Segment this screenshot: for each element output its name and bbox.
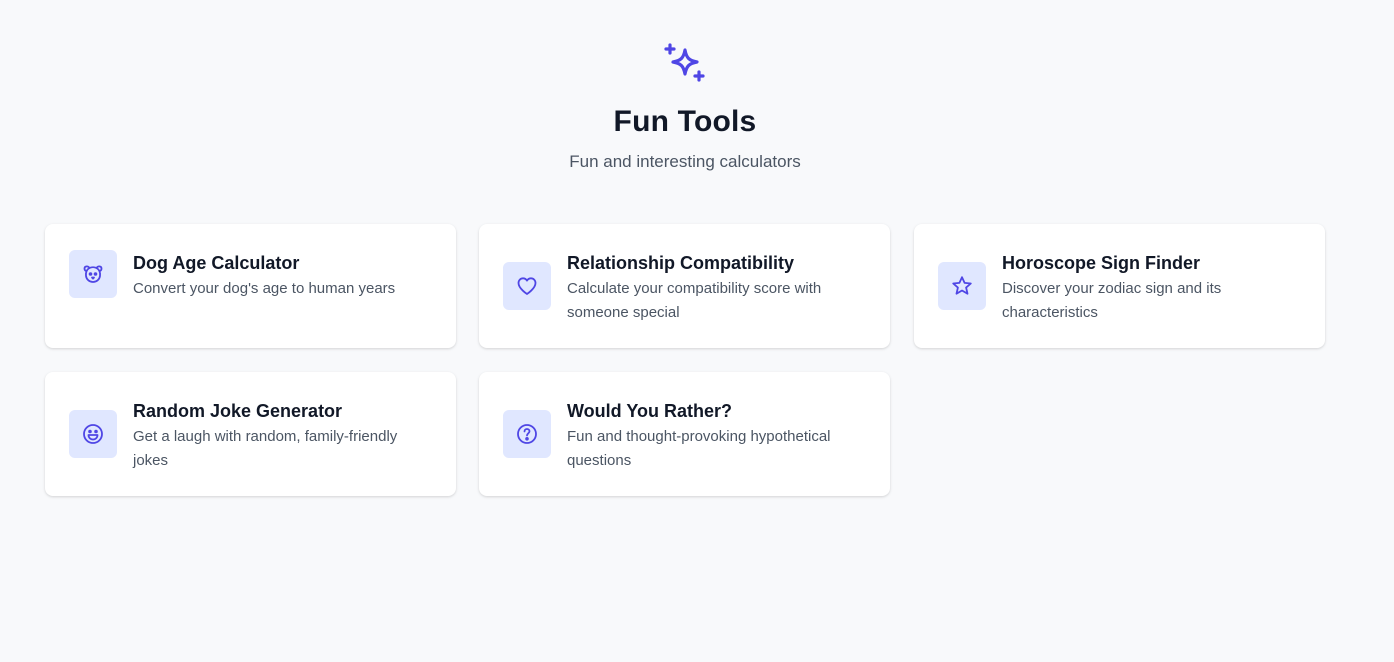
tool-card-dog-age[interactable]: Dog Age Calculator Convert your dog's ag…: [45, 224, 456, 348]
tool-icon-box: [503, 262, 551, 310]
star-icon: [952, 276, 972, 295]
tool-description: Fun and thought-provoking hypothetical q…: [567, 428, 831, 469]
dog-icon: [83, 265, 103, 283]
heart-icon: [517, 277, 537, 295]
tool-card-relationship-compatibility[interactable]: Relationship Compatibility Calculate you…: [479, 224, 890, 348]
tool-description: Get a laugh with random, family-friendly…: [133, 428, 398, 469]
tool-description: Calculate your compatibility score with …: [567, 280, 822, 321]
question-circle-icon: [517, 424, 537, 444]
tool-title: Horoscope Sign Finder: [1002, 253, 1201, 273]
page-subtitle: Fun and interesting calculators: [569, 152, 801, 171]
tool-title: Dog Age Calculator: [133, 253, 300, 273]
tool-icon-box: [69, 250, 117, 298]
page-title: Fun Tools: [613, 105, 757, 138]
tool-title: Would You Rather?: [567, 401, 732, 421]
tool-card-random-joke[interactable]: Random Joke Generator Get a laugh with r…: [45, 372, 456, 496]
tool-description: Convert your dog's age to human years: [133, 280, 396, 297]
tool-icon-box: [503, 410, 551, 458]
tool-title: Relationship Compatibility: [567, 253, 795, 273]
tool-description: Discover your zodiac sign and its charac…: [1002, 280, 1222, 321]
tool-title: Random Joke Generator: [133, 401, 343, 421]
sparkles-icon: [664, 43, 705, 82]
tool-icon-box: [938, 262, 986, 310]
tool-card-would-you-rather[interactable]: Would You Rather? Fun and thought-provok…: [479, 372, 890, 496]
tool-icon-box: [69, 410, 117, 458]
smile-icon: [83, 424, 103, 444]
tool-card-horoscope[interactable]: Horoscope Sign Finder Discover your zodi…: [914, 224, 1325, 348]
